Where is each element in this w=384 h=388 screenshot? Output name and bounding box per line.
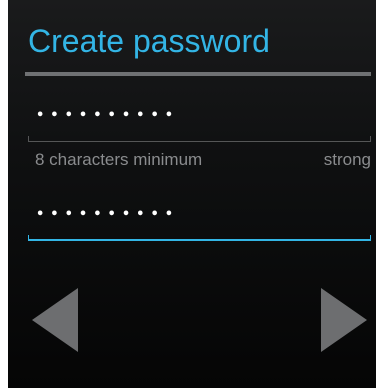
next-button[interactable] <box>321 288 367 352</box>
password-requirement-hint: 8 characters minimum <box>35 150 203 169</box>
password-hint-row: 8 characters minimum strong <box>35 150 371 172</box>
watch-screen: Create password •••••••••• 8 characters … <box>8 0 376 388</box>
confirm-password-field-underline <box>28 235 371 241</box>
password-field[interactable]: •••••••••• <box>28 100 371 142</box>
password-field-underline <box>28 136 371 142</box>
title-divider <box>25 72 371 76</box>
triangle-right-icon <box>321 288 367 352</box>
back-button[interactable] <box>32 288 78 352</box>
password-masked-value: •••••••••• <box>36 108 180 123</box>
confirm-password-masked-value: •••••••••• <box>36 207 180 222</box>
page-title: Create password <box>28 23 270 59</box>
confirm-password-field[interactable]: •••••••••• <box>28 199 371 241</box>
triangle-left-icon <box>32 288 78 352</box>
password-strength-label: strong <box>323 150 371 169</box>
